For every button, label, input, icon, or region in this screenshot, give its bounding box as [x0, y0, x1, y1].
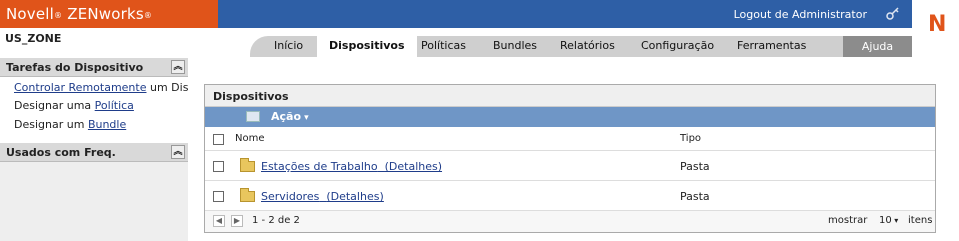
tab-relatorios[interactable]: Relatórios	[560, 39, 615, 52]
help-button[interactable]: Ajuda	[843, 36, 912, 57]
brand-mark-2: ®	[143, 11, 153, 20]
novell-n-logo: N	[912, 0, 959, 57]
collapse-icon[interactable]: ︽	[171, 145, 185, 159]
key-icon[interactable]	[886, 6, 900, 20]
top-banner: Novell® ZENworks® Logout de Administrato…	[0, 0, 959, 28]
sidebar-task-remote-control: Controlar Remotamente um Dispositivo	[14, 81, 188, 94]
assign-bundle-prefix: Designar um	[14, 118, 88, 131]
column-name-header[interactable]: Nome	[235, 133, 265, 144]
action-icon	[246, 111, 260, 122]
items-per-page-select[interactable]: 10	[879, 215, 898, 226]
row-details-link[interactable]: (Detalhes)	[385, 160, 442, 173]
brand-name: ZENworks	[67, 5, 144, 23]
row-type: Pasta	[680, 190, 710, 203]
panel-title: Dispositivos	[205, 85, 935, 107]
assign-policy-prefix: Designar uma	[14, 99, 95, 112]
action-menu[interactable]: Ação	[271, 110, 309, 123]
frequent-title: Usados com Freq.	[6, 146, 116, 159]
table-header: Nome Tipo	[205, 127, 935, 151]
remote-control-link[interactable]: Controlar Remotamente	[14, 81, 146, 94]
show-label: mostrar	[828, 215, 868, 226]
tab-inicio[interactable]: Início	[274, 39, 303, 52]
tab-configuracao[interactable]: Configuração	[641, 39, 714, 52]
row-details-link[interactable]: (Detalhes)	[326, 190, 383, 203]
tab-bundles[interactable]: Bundles	[493, 39, 537, 52]
zone-bar: US_ZONE Início Dispositivos Políticas Bu…	[0, 28, 912, 57]
row-type: Pasta	[680, 160, 710, 173]
folder-icon	[240, 158, 255, 172]
sidebar-task-assign-bundle: Designar um Bundle	[14, 118, 188, 131]
table-footer: ◀ ▶ 1 - 2 de 2 mostrar 10 itens	[205, 211, 935, 232]
main-tabs: Início Dispositivos Políticas Bundles Re…	[250, 32, 912, 57]
row-checkbox[interactable]	[213, 161, 224, 172]
zone-name: US_ZONE	[5, 32, 62, 45]
sidebar-empty-area	[0, 162, 188, 241]
frequent-header: Usados com Freq. ︽	[0, 143, 188, 162]
row-name-link[interactable]: Estações de Trabalho	[261, 160, 378, 173]
devices-panel: Dispositivos Ação Nome Tipo Estações de …	[204, 84, 936, 233]
table-row: Estações de Trabalho (Detalhes) Pasta	[205, 151, 935, 181]
assign-policy-link[interactable]: Política	[95, 99, 134, 112]
folder-icon	[240, 188, 255, 202]
tab-dispositivos[interactable]: Dispositivos	[317, 32, 417, 57]
row-checkbox[interactable]	[213, 191, 224, 202]
sidebar-task-assign-policy: Designar uma Política	[14, 99, 188, 112]
table-row: Servidores (Detalhes) Pasta	[205, 181, 935, 211]
device-tasks-title: Tarefas do Dispositivo	[6, 61, 144, 74]
row-name-cell: Estações de Trabalho (Detalhes)	[261, 160, 442, 173]
tab-politicas[interactable]: Políticas	[421, 39, 466, 52]
page-range: 1 - 2 de 2	[252, 215, 300, 226]
next-page-icon[interactable]: ▶	[231, 215, 243, 227]
device-tasks-header: Tarefas do Dispositivo ︽	[0, 58, 188, 77]
brand-title: Novell® ZENworks®	[6, 5, 152, 23]
previous-page-icon[interactable]: ◀	[213, 215, 225, 227]
column-type-header[interactable]: Tipo	[680, 133, 701, 144]
brand-mark: ®	[54, 11, 63, 20]
action-bar: Ação	[205, 107, 935, 127]
logout-link[interactable]: Logout de Administrator	[734, 8, 867, 21]
tab-ferramentas[interactable]: Ferramentas	[737, 39, 806, 52]
row-name-link[interactable]: Servidores	[261, 190, 319, 203]
select-all-checkbox[interactable]	[213, 134, 224, 145]
remote-control-suffix: um Dispositivo	[149, 81, 188, 94]
brand-block: Novell® ZENworks®	[0, 0, 218, 28]
items-label: itens	[908, 215, 933, 226]
collapse-icon[interactable]: ︽	[171, 60, 185, 74]
brand-product: Novell	[6, 5, 55, 23]
assign-bundle-link[interactable]: Bundle	[88, 118, 126, 131]
row-name-cell: Servidores (Detalhes)	[261, 190, 384, 203]
